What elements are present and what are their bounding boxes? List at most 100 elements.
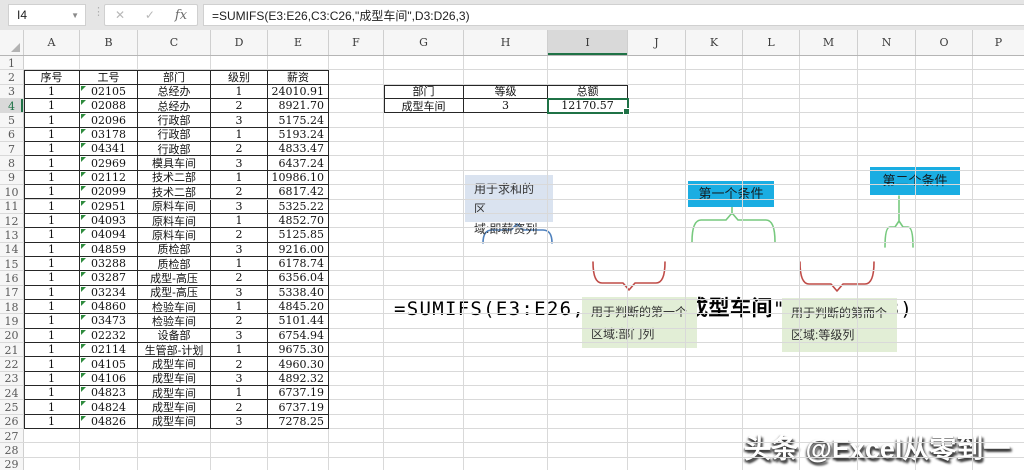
row-header-4[interactable]: 4 [0,99,24,113]
main-table-cell[interactable]: 1 [211,257,268,271]
col-header-J[interactable]: J [628,30,686,55]
main-table-cell[interactable]: 1 [24,300,80,314]
main-table-cell[interactable]: 5325.22 [268,200,329,214]
main-table-header-cell[interactable]: 部门 [138,70,211,84]
main-table-cell[interactable]: 成型-高压 [138,271,211,285]
main-table-cell[interactable]: 6754.94 [268,329,329,343]
main-table-cell[interactable]: 02969 [80,156,138,170]
main-table-cell[interactable]: 2 [211,400,268,414]
main-table-cell[interactable]: 5101.44 [268,314,329,328]
main-table-cell[interactable]: 总经办 [138,99,211,113]
main-table-cell[interactable]: 1 [24,228,80,242]
row-header-27[interactable]: 27 [0,429,24,443]
main-table-cell[interactable]: 04860 [80,300,138,314]
main-table-cell[interactable]: 04824 [80,400,138,414]
main-table-cell[interactable]: 03178 [80,128,138,142]
main-table-cell[interactable]: 04341 [80,142,138,156]
main-table-cell[interactable]: 1 [24,372,80,386]
main-table-cell[interactable]: 2 [211,357,268,371]
main-table-cell[interactable]: 原料车间 [138,228,211,242]
main-table-cell[interactable]: 3 [211,286,268,300]
main-table-cell[interactable]: 1 [24,156,80,170]
main-table-cell[interactable]: 1 [24,343,80,357]
main-table-cell[interactable]: 02088 [80,99,138,113]
main-table-cell[interactable]: 9216.00 [268,243,329,257]
main-table-cell[interactable]: 检验车间 [138,314,211,328]
col-header-F[interactable]: F [329,30,384,55]
main-table-cell[interactable]: 质检部 [138,243,211,257]
main-table-cell[interactable]: 6178.74 [268,257,329,271]
main-table-cell[interactable]: 1 [24,243,80,257]
main-table-cell[interactable]: 02114 [80,343,138,357]
row-header-9[interactable]: 9 [0,171,24,185]
main-table-cell[interactable]: 24010.91 [268,85,329,99]
main-table-cell[interactable]: 3 [211,156,268,170]
main-table-cell[interactable]: 1 [24,113,80,127]
main-table-cell[interactable]: 04094 [80,228,138,242]
cancel-icon[interactable]: ✕ [115,8,125,22]
main-table-cell[interactable]: 03287 [80,271,138,285]
main-table-cell[interactable]: 1 [24,314,80,328]
row-header-15[interactable]: 15 [0,257,24,271]
main-table-cell[interactable]: 02951 [80,200,138,214]
row-header-20[interactable]: 20 [0,329,24,343]
col-header-C[interactable]: C [138,30,211,55]
main-table-cell[interactable]: 04106 [80,372,138,386]
main-table-cell[interactable]: 3 [211,200,268,214]
main-table-cell[interactable]: 1 [24,386,80,400]
fill-handle[interactable] [623,108,630,115]
main-table-cell[interactable]: 检验车间 [138,300,211,314]
main-table-cell[interactable]: 4892.32 [268,372,329,386]
main-table-cell[interactable]: 1 [24,142,80,156]
main-table-cell[interactable]: 3 [211,329,268,343]
col-header-H[interactable]: H [464,30,548,55]
main-table-cell[interactable]: 02099 [80,185,138,199]
main-table-cell[interactable]: 6737.19 [268,400,329,414]
main-table-cell[interactable]: 质检部 [138,257,211,271]
main-table-cell[interactable]: 04826 [80,415,138,429]
row-header-24[interactable]: 24 [0,386,24,400]
main-table-cell[interactable]: 2 [211,99,268,113]
main-table-header-cell[interactable]: 薪资 [268,70,329,84]
main-table-cell[interactable]: 3 [211,415,268,429]
main-table-cell[interactable]: 2 [211,314,268,328]
select-all-corner[interactable] [0,30,24,55]
main-table-cell[interactable]: 原料车间 [138,214,211,228]
main-table-header-cell[interactable]: 级别 [211,70,268,84]
row-header-5[interactable]: 5 [0,113,24,127]
main-table-cell[interactable]: 1 [211,343,268,357]
main-table-cell[interactable]: 1 [24,329,80,343]
col-header-E[interactable]: E [268,30,329,55]
main-table-cell[interactable]: 1 [24,357,80,371]
main-table-cell[interactable]: 原料车间 [138,200,211,214]
col-header-P[interactable]: P [973,30,1024,55]
main-table-cell[interactable]: 4852.70 [268,214,329,228]
main-table-cell[interactable]: 5175.24 [268,113,329,127]
col-header-D[interactable]: D [211,30,268,55]
main-table-cell[interactable]: 成型车间 [138,400,211,414]
main-table-cell[interactable]: 3 [211,243,268,257]
row-header-8[interactable]: 8 [0,156,24,170]
name-box-dropdown-icon[interactable]: ▼ [71,11,79,20]
main-table-cell[interactable]: 行政部 [138,128,211,142]
row-header-19[interactable]: 19 [0,314,24,328]
main-table-cell[interactable]: 7278.25 [268,415,329,429]
row-header-29[interactable]: 29 [0,458,24,470]
main-table-cell[interactable]: 5125.85 [268,228,329,242]
main-table-cell[interactable]: 成型-高压 [138,286,211,300]
row-header-11[interactable]: 11 [0,200,24,214]
col-header-O[interactable]: O [916,30,973,55]
main-table-cell[interactable]: 2 [211,185,268,199]
main-table-cell[interactable]: 03473 [80,314,138,328]
main-table-cell[interactable]: 02112 [80,171,138,185]
row-header-16[interactable]: 16 [0,271,24,285]
row-header-1[interactable]: 1 [0,56,24,70]
main-table-cell[interactable]: 04105 [80,357,138,371]
main-table-cell[interactable]: 生管部-计划 [138,343,211,357]
row-header-25[interactable]: 25 [0,400,24,414]
col-header-N[interactable]: N [858,30,916,55]
row-header-10[interactable]: 10 [0,185,24,199]
name-box[interactable]: I4 ▼ [8,4,86,26]
main-table-cell[interactable]: 03234 [80,286,138,300]
enter-icon[interactable]: ✓ [145,8,155,22]
